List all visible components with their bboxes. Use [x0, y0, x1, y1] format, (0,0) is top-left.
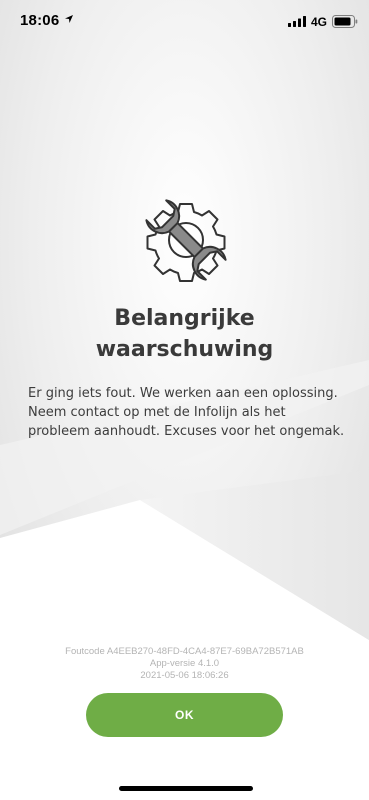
error-timestamp: 2021-05-06 18:06:26	[140, 670, 229, 681]
network-type: 4G	[311, 15, 328, 29]
signal-bars-icon	[288, 16, 306, 27]
status-bar: 18:06 4G	[0, 0, 369, 44]
error-screen: Belangrijke waarschuwing Er ging iets fo…	[0, 0, 369, 800]
page-title: Belangrijke waarschuwing	[95, 306, 274, 362]
app-version: App-versie 4.1.0	[149, 658, 220, 669]
battery-icon	[332, 15, 358, 28]
error-message: Er ging iets fout. We werken aan een opl…	[28, 386, 345, 439]
ok-button[interactable]: OK	[86, 693, 283, 737]
home-indicator[interactable]	[119, 786, 253, 791]
gear-wrench-icon	[145, 199, 227, 282]
error-code: Foutcode A4EEB270-48FD-4CA4-87E7-69BA72B…	[65, 646, 304, 657]
error-details: Foutcode A4EEB270-48FD-4CA4-87E7-69BA72B…	[20, 646, 349, 682]
status-time: 18:06	[20, 12, 60, 29]
location-arrow-icon	[65, 15, 73, 23]
